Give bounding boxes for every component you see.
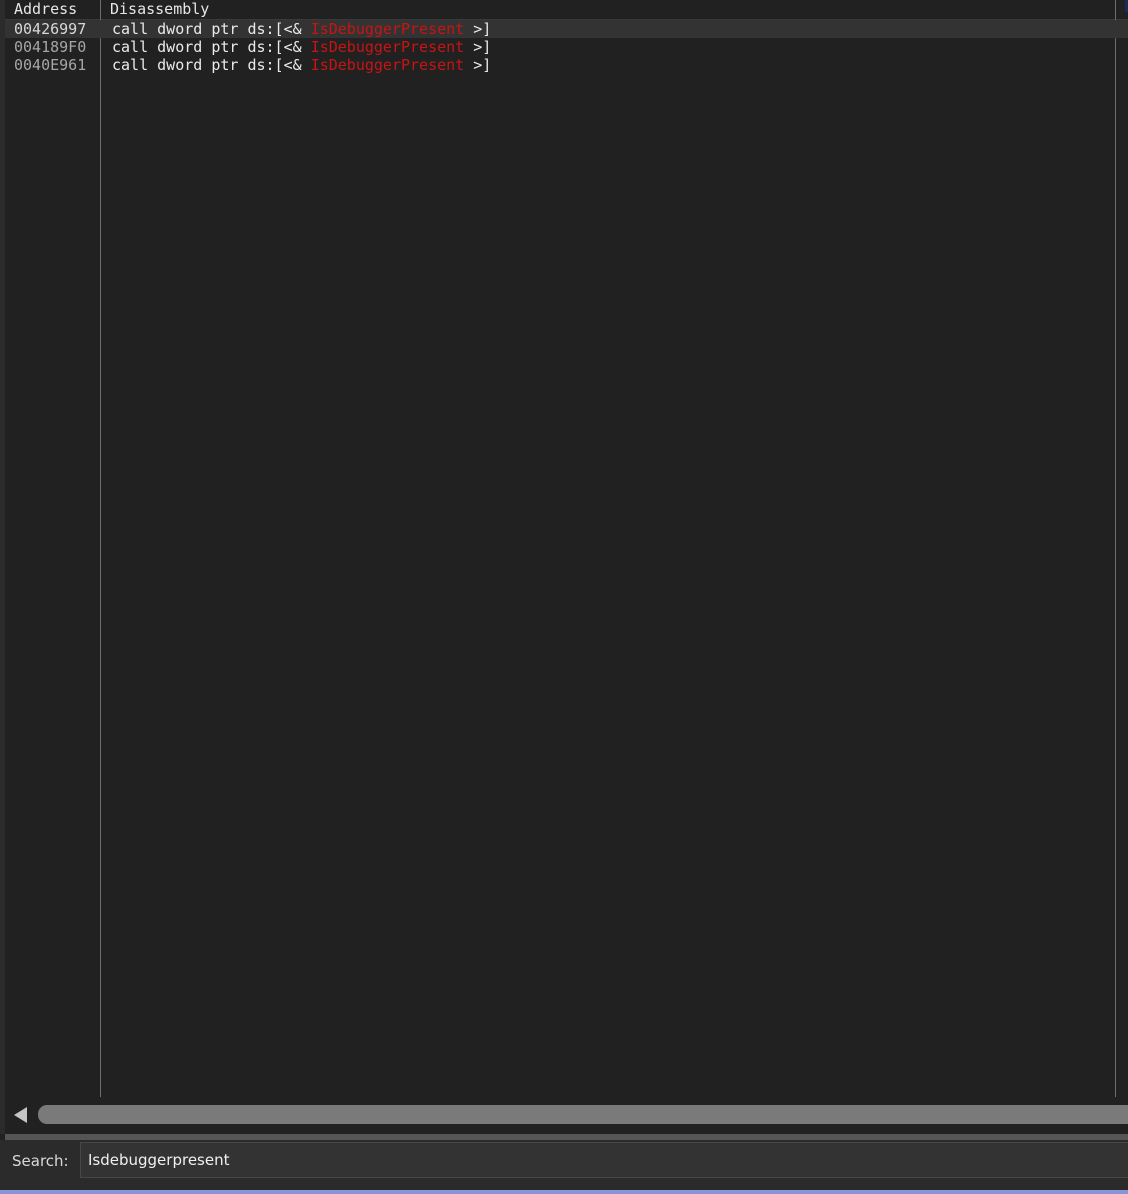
results-list: 00426997 call dword ptr ds:[<& IsDebugge…	[5, 20, 1128, 74]
scroll-left-arrow-icon[interactable]	[14, 1107, 27, 1123]
instruction-text: call dword ptr ds:[<&	[112, 20, 311, 38]
bottom-status-strip	[0, 1190, 1128, 1194]
search-bar: Search:	[0, 1140, 1128, 1190]
api-name: IsDebuggerPresent	[310, 56, 465, 74]
instruction-suffix: >]	[464, 38, 492, 56]
instruction-text: call dword ptr ds:[<&	[112, 56, 311, 74]
api-name: IsDebuggerPresent	[310, 20, 465, 38]
horizontal-scrollbar[interactable]	[5, 1104, 1128, 1126]
row-disassembly: call dword ptr ds:[<& IsDebuggerPresent …	[112, 20, 491, 38]
instruction-suffix: >]	[464, 20, 492, 38]
row-address: 004189F0	[14, 38, 87, 56]
result-row[interactable]: 0040E961 call dword ptr ds:[<& IsDebugge…	[5, 56, 1128, 74]
row-disassembly: call dword ptr ds:[<& IsDebuggerPresent …	[112, 56, 491, 74]
row-address: 0040E961	[14, 56, 87, 74]
column-separator-disassembly[interactable]	[1115, 0, 1116, 1097]
search-label: Search:	[12, 1152, 69, 1170]
instruction-suffix: >]	[464, 56, 492, 74]
column-separator-address[interactable]	[100, 0, 101, 1097]
row-disassembly: call dword ptr ds:[<& IsDebuggerPresent …	[112, 38, 491, 56]
references-window: Address Disassembly 00426997 call dword …	[0, 0, 1128, 1194]
row-address: 00426997	[14, 20, 87, 38]
instruction-text: call dword ptr ds:[<&	[112, 38, 311, 56]
column-header-disassembly[interactable]: Disassembly	[110, 0, 209, 18]
scrollbar-thumb[interactable]	[38, 1105, 1128, 1124]
column-header-address[interactable]: Address	[14, 0, 77, 18]
search-input[interactable]	[80, 1142, 1128, 1178]
result-row[interactable]: 00426997 call dword ptr ds:[<& IsDebugge…	[5, 20, 1128, 38]
result-row[interactable]: 004189F0 call dword ptr ds:[<& IsDebugge…	[5, 38, 1128, 56]
column-header: Address Disassembly	[5, 0, 1128, 20]
window-left-edge	[0, 0, 5, 1134]
api-name: IsDebuggerPresent	[310, 38, 465, 56]
